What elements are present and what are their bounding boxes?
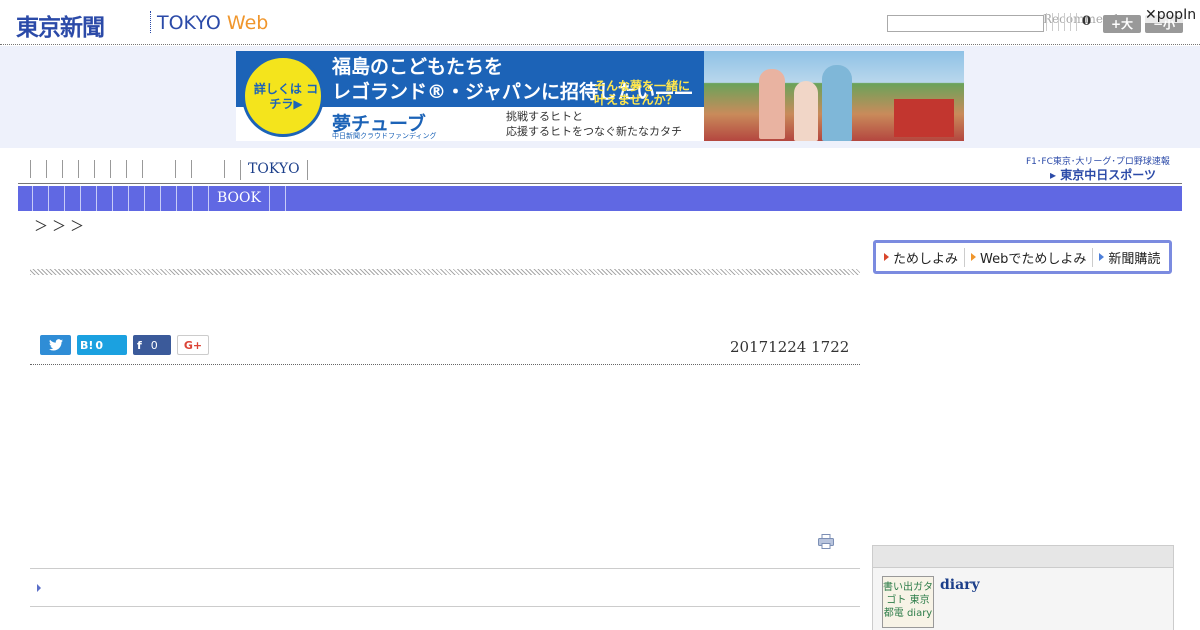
google-plus-share-button[interactable]: G+ (177, 335, 209, 355)
section-nav-item[interactable] (191, 160, 224, 178)
sub-nav-item[interactable] (176, 186, 192, 211)
print-icon[interactable] (818, 534, 834, 549)
diary-widget-header (873, 546, 1173, 568)
ad-headline-line1: 福島のこどもたちを (332, 56, 504, 78)
section-nav-item[interactable] (30, 160, 46, 178)
diary-title-link[interactable]: diary (940, 577, 980, 593)
font-larger-button[interactable]: +大 (1103, 15, 1141, 33)
sub-nav-item[interactable] (80, 186, 96, 211)
trial-read-link[interactable]: ためしよみ (884, 247, 966, 267)
ad-photo-building (894, 99, 954, 137)
sub-nav-book[interactable]: BOOK (208, 186, 270, 211)
sub-nav-item[interactable] (64, 186, 80, 211)
related-link-arrow-icon[interactable] (37, 584, 41, 592)
section-nav: TOKYO (30, 160, 308, 180)
ad-photo-person (822, 65, 852, 141)
hatena-icon: B! (80, 338, 94, 352)
diary-thumbnail-text: 書い出ガタゴト 東京都電 diary (883, 582, 933, 619)
facebook-icon: f (137, 338, 142, 352)
sub-nav-item[interactable] (192, 186, 208, 211)
site-header: 東京新聞 TOKYO Web Recommend 0 +大 −小 ✕popIn (0, 0, 1200, 45)
sub-nav-items: BOOK (32, 186, 286, 211)
subscribe-label: 新聞購読 (1108, 251, 1161, 267)
triangle-arrow-icon (1099, 253, 1105, 261)
chunichi-sports-logo[interactable]: ▸ 東京中日スポーツ (1050, 166, 1156, 183)
site-logo[interactable]: 東京新聞 (16, 8, 105, 42)
ad-photo-person (759, 69, 785, 139)
section-nav-tokyo[interactable]: TOKYO (240, 160, 308, 180)
ad-subline-1: そんな夢を一緒に (594, 79, 691, 93)
sub-nav-item[interactable] (270, 186, 286, 211)
section-nav-item[interactable] (46, 160, 62, 178)
search-input[interactable] (887, 15, 1044, 32)
ad-copy-2: 応援するヒトをつなぐ新たなカタチ (506, 125, 682, 138)
section-nav-item[interactable] (175, 160, 191, 178)
sub-nav-bar: BOOK (18, 186, 1182, 211)
related-bottom-rule (30, 606, 860, 607)
ad-brand-small: 中日新聞クラウドファンディング (332, 132, 437, 140)
trial-read-label: ためしよみ (893, 251, 959, 267)
popin-close-button[interactable]: ✕popIn (1145, 7, 1197, 23)
sub-nav-item[interactable] (48, 186, 64, 211)
section-nav-item[interactable] (224, 160, 240, 178)
share-buttons: B! 0 f 0 G+ (40, 335, 209, 355)
hatena-bookmark-button[interactable]: B! 0 (77, 335, 127, 355)
triangle-arrow-icon (971, 253, 977, 261)
ad-photo-child (794, 81, 818, 141)
section-nav-item[interactable] (78, 160, 94, 178)
ad-banner[interactable]: 詳しくは コチラ▶ 福島のこどもたちを レゴランド®・ジャパンに招待したい—— … (236, 51, 964, 141)
related-top-rule (30, 568, 860, 569)
sub-nav-item[interactable] (144, 186, 160, 211)
facebook-count: 0 (150, 338, 158, 352)
sub-nav-item[interactable] (160, 186, 176, 211)
article-divider (30, 364, 860, 365)
twitter-bird-icon (48, 339, 63, 351)
nav-divider (18, 183, 1182, 184)
section-nav-item[interactable] (94, 160, 110, 178)
ad-subline: そんな夢を一緒に 叶えませんか？ (594, 79, 690, 107)
ad-copy-1: 挑戦するヒトと (506, 110, 583, 123)
recommend-count: 0 (1082, 14, 1092, 29)
subscribe-box: ためしよみ Webでためしよみ 新聞購読 (873, 240, 1172, 274)
ad-details-badge: 詳しくは コチラ▶ (242, 55, 324, 137)
ad-subline-2: 叶えませんか？ (594, 93, 678, 107)
facebook-share-button[interactable]: f 0 (133, 335, 171, 355)
subscribe-link[interactable]: 新聞購読 (1099, 248, 1166, 267)
twitter-share-button[interactable] (40, 335, 71, 355)
article-title-rule (30, 269, 860, 275)
web-trial-read-label: Webでためしよみ (980, 251, 1087, 267)
recommend-bars (1046, 13, 1078, 31)
logo-tokyo-text: TOKYO (157, 12, 221, 34)
ad-photo (704, 51, 964, 141)
diary-widget: 書い出ガタゴト 東京都電 diary diary (872, 545, 1174, 630)
ad-copy: 挑戦するヒトと 応援するヒトをつなぐ新たなカタチ (506, 109, 682, 139)
breadcrumb: ＞＞＞ (34, 219, 88, 235)
hatena-count: 0 (95, 338, 104, 352)
tokyo-web-logo[interactable]: TOKYO Web (157, 12, 268, 34)
sub-nav-item[interactable] (128, 186, 144, 211)
sub-nav-item[interactable] (32, 186, 48, 211)
web-trial-read-link[interactable]: Webでためしよみ (971, 247, 1094, 267)
section-nav-item[interactable] (142, 160, 175, 178)
section-nav-item[interactable] (126, 160, 142, 178)
sub-nav-item[interactable] (96, 186, 112, 211)
logo-web-text: Web (226, 12, 269, 34)
diary-thumbnail[interactable]: 書い出ガタゴト 東京都電 diary (882, 576, 934, 628)
article-date: 20171224 1722 (730, 338, 850, 356)
logo-divider (150, 11, 151, 33)
sub-nav-item[interactable] (112, 186, 128, 211)
triangle-arrow-icon (884, 253, 889, 261)
section-nav-item[interactable] (110, 160, 126, 178)
section-nav-item[interactable] (62, 160, 78, 178)
ad-details-text: 詳しくは コチラ▶ (253, 82, 319, 111)
